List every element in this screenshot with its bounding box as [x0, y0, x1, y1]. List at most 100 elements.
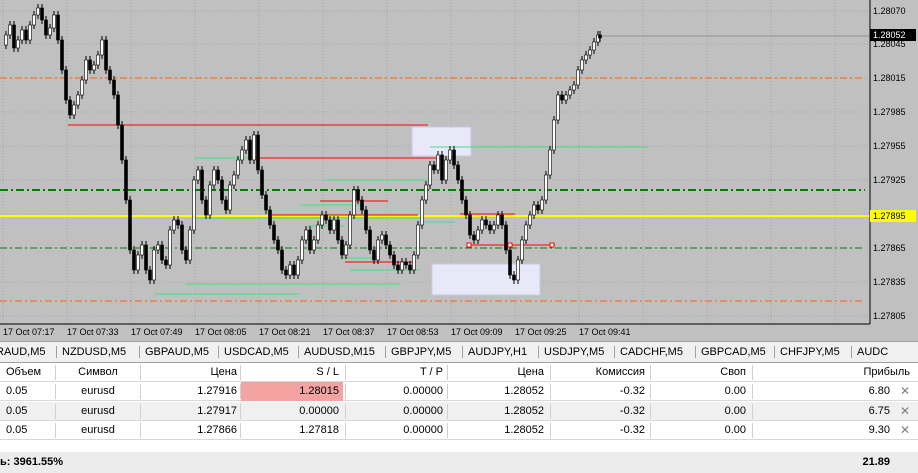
candle-body [56, 14, 60, 41]
candle-body [564, 94, 568, 101]
candle-body [92, 64, 96, 71]
chart-tab[interactable]: USDJPY,M5 [544, 345, 604, 359]
cell-take-profit[interactable]: 0.00000 [346, 402, 443, 421]
candle-body [408, 264, 412, 271]
candle-body [64, 69, 68, 101]
col-header-commission[interactable]: Комиссия [551, 363, 645, 382]
candle-body [24, 29, 28, 41]
col-header-swap[interactable]: Своп [651, 363, 746, 382]
candle-body [376, 239, 380, 261]
col-header-volume[interactable]: Объем [6, 363, 41, 382]
trade-row[interactable]: 0.05 eurusd 1.27916 1.28015 0.00000 1.28052 -0… [0, 382, 918, 401]
candle-body [168, 229, 172, 266]
candle-body [180, 224, 184, 251]
order-marker[interactable] [507, 242, 513, 248]
chart-tab[interactable]: AUDJPY,H1 [468, 345, 527, 359]
candle-body [548, 149, 552, 176]
candle-body [468, 214, 472, 236]
candle-body [572, 84, 576, 91]
col-header-profit[interactable]: Прибыль [753, 363, 910, 382]
cell-stop-loss[interactable]: 0.00000 [241, 402, 339, 421]
candle-body [36, 7, 40, 16]
cell-stop-loss[interactable]: 1.28015 [241, 382, 343, 401]
candle-body [484, 219, 488, 226]
col-header-current-price[interactable]: Цена [448, 363, 544, 382]
tab-separator [538, 346, 539, 358]
candle-body [108, 69, 112, 81]
trade-row[interactable]: 0.05 eurusd 1.27866 1.27818 0.00000 1.28052 -0… [0, 421, 918, 440]
col-header-sl[interactable]: S / L [241, 363, 339, 382]
cell-stop-loss[interactable]: 1.27818 [241, 421, 339, 440]
candle-body [44, 19, 48, 36]
chart-tab[interactable]: GBPCAD,M5 [701, 345, 766, 359]
candle-body [472, 234, 476, 241]
column-separator [447, 423, 448, 438]
candle-body [388, 244, 392, 256]
cell-volume: 0.05 [6, 405, 28, 417]
tab-separator [298, 346, 299, 358]
candle-body [228, 184, 232, 211]
candle-body [540, 199, 544, 211]
candle-body [104, 39, 108, 71]
price-chart[interactable]: 1.28070 1.28045 1.28015 1.27985 1.27955 1.279… [0, 0, 918, 341]
candle-body [164, 259, 168, 266]
candle-body [276, 239, 280, 251]
chart-tab[interactable]: CADCHF,M5 [620, 345, 683, 359]
col-header-tp[interactable]: T / P [346, 363, 443, 382]
candle-body [84, 59, 88, 81]
candle-body [220, 179, 224, 201]
candle-body [124, 159, 128, 201]
candle-body [556, 94, 560, 121]
current-price-label: 1.28052 [870, 29, 916, 41]
close-position-icon[interactable]: ✕ [898, 402, 912, 421]
close-position-icon[interactable]: ✕ [898, 382, 912, 401]
candle-body [156, 244, 160, 251]
candle-body [136, 254, 140, 271]
candle-body [440, 154, 444, 181]
chart-tab[interactable]: CHFJPY,M5 [780, 345, 840, 359]
order-marker[interactable] [466, 242, 472, 248]
close-position-icon[interactable]: ✕ [898, 421, 912, 440]
candle-body [40, 7, 44, 21]
chart-tab[interactable]: USDCAD,M5 [224, 345, 289, 359]
cell-symbol: eurusd [81, 385, 115, 397]
trade-row[interactable]: 0.05 eurusd 1.27917 0.00000 0.00000 1.28052 -0… [0, 402, 918, 421]
order-marker[interactable] [549, 242, 555, 248]
time-axis-label: 17 Oct 08:21 [259, 327, 311, 337]
candle-body [400, 261, 404, 271]
candle-body [120, 124, 124, 161]
table-header-row: Объем Символ Цена S / L T / P Цена Комис… [0, 363, 918, 382]
col-header-symbol[interactable]: Символ [56, 363, 140, 382]
cell-take-profit[interactable]: 0.00000 [346, 382, 443, 401]
col-header-price[interactable]: Цена [141, 363, 237, 382]
column-separator [447, 384, 448, 399]
candle-body [356, 189, 360, 201]
candle-body [148, 269, 152, 281]
selection-box[interactable] [431, 263, 541, 296]
chart-tab[interactable]: NZDUSD,M5 [62, 345, 126, 359]
column-separator [752, 423, 753, 438]
candle-body [552, 119, 556, 151]
candle-body [132, 249, 136, 271]
candle-body [152, 249, 156, 281]
time-axis-label: 17 Oct 08:53 [387, 327, 439, 337]
chart-tab[interactable]: AUDUSD,M15 [304, 345, 375, 359]
candle-body [16, 39, 20, 49]
candle-body [296, 259, 300, 276]
cell-take-profit[interactable]: 0.00000 [346, 421, 443, 440]
chart-tab[interactable]: GBPJPY,M5 [391, 345, 451, 359]
chart-tab[interactable]: AUDC [857, 345, 888, 359]
candle-body [88, 59, 92, 71]
candle-body [412, 254, 416, 271]
candle-body [196, 169, 200, 181]
candle-body [184, 249, 188, 261]
chart-canvas[interactable] [0, 0, 918, 341]
chart-tab[interactable]: GBPAUD,M5 [145, 345, 209, 359]
candle-body [140, 244, 144, 256]
column-separator [550, 423, 551, 438]
candle-body [560, 94, 564, 101]
chart-tab[interactable]: RAUD,M5 [0, 345, 46, 359]
cell-volume: 0.05 [6, 385, 28, 397]
candle-body [224, 199, 228, 211]
candle-body [116, 94, 120, 126]
